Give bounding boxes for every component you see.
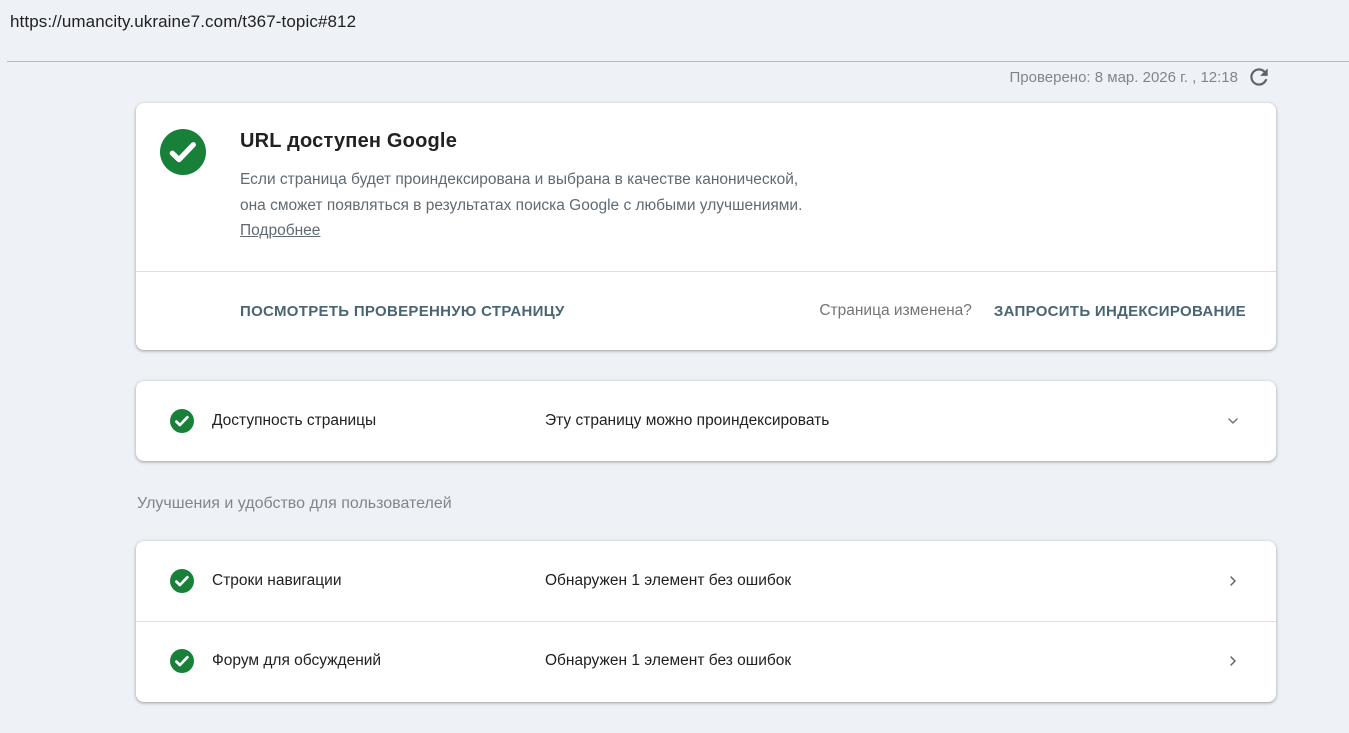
verdict-footer-right: Страница изменена? ЗАПРОСИТЬ ИНДЕКСИРОВА… [819,293,1276,330]
request-indexing-button[interactable]: ЗАПРОСИТЬ ИНДЕКСИРОВАНИЕ [994,293,1246,330]
verdict-title: URL доступен Google [240,130,1236,153]
page-accessibility-row[interactable]: Доступность страницы Эту страницу можно … [136,381,1276,461]
enhancement-row-discussion-forum[interactable]: Форум для обсуждений Обнаружен 1 элемент… [136,621,1276,701]
check-circle-icon [170,649,194,673]
page-changed-label: Страница изменена? [819,302,972,320]
accessibility-status: Эту страницу можно проиндексировать [545,412,1223,430]
learn-more-link[interactable]: Подробнее [240,222,320,240]
view-tested-page-button[interactable]: ПОСМОТРЕТЬ ПРОВЕРЕННУЮ СТРАНИЦУ [240,293,565,330]
inspected-url-input[interactable]: https://umancity.ukraine7.com/t367-topic… [10,12,356,32]
chevron-right-icon[interactable] [1223,571,1243,591]
enhancement-status: Обнаружен 1 элемент без ошибок [545,652,1223,670]
page-accessibility-card: Доступность страницы Эту страницу можно … [136,381,1276,461]
verdict-body: URL доступен Google Если страница будет … [240,130,1236,240]
enhancement-row-breadcrumbs[interactable]: Строки навигации Обнаружен 1 элемент без… [136,541,1276,621]
verdict-description: Если страница будет проиндексирована и в… [240,167,1236,219]
check-circle-icon [170,409,194,433]
chevron-down-icon[interactable] [1223,411,1243,431]
refresh-icon[interactable] [1246,64,1272,90]
verdict-card: URL доступен Google Если страница будет … [136,103,1276,350]
verdict-description-line-1: Если страница будет проиндексирована и в… [240,167,1236,193]
top-divider [7,61,1349,62]
check-circle-icon [160,129,206,175]
accessibility-label: Доступность страницы [212,412,545,430]
enhancements-section-header: Улучшения и удобство для пользователей [137,495,452,513]
check-circle-icon [170,569,194,593]
verdict-footer: ПОСМОТРЕТЬ ПРОВЕРЕННУЮ СТРАНИЦУ Страница… [136,271,1276,350]
enhancement-label: Строки навигации [212,572,545,590]
chevron-right-icon[interactable] [1223,651,1243,671]
checked-status-row: Проверено: 8 мар. 2026 г. , 12:18 [1010,64,1272,90]
verdict-description-line-2: она сможет появляться в результатах поис… [240,193,1236,219]
enhancements-card: Строки навигации Обнаружен 1 элемент без… [136,541,1276,702]
enhancement-label: Форум для обсуждений [212,652,545,670]
checked-timestamp: Проверено: 8 мар. 2026 г. , 12:18 [1010,69,1238,86]
verdict-main: URL доступен Google Если страница будет … [136,103,1276,271]
enhancement-status: Обнаружен 1 элемент без ошибок [545,572,1223,590]
